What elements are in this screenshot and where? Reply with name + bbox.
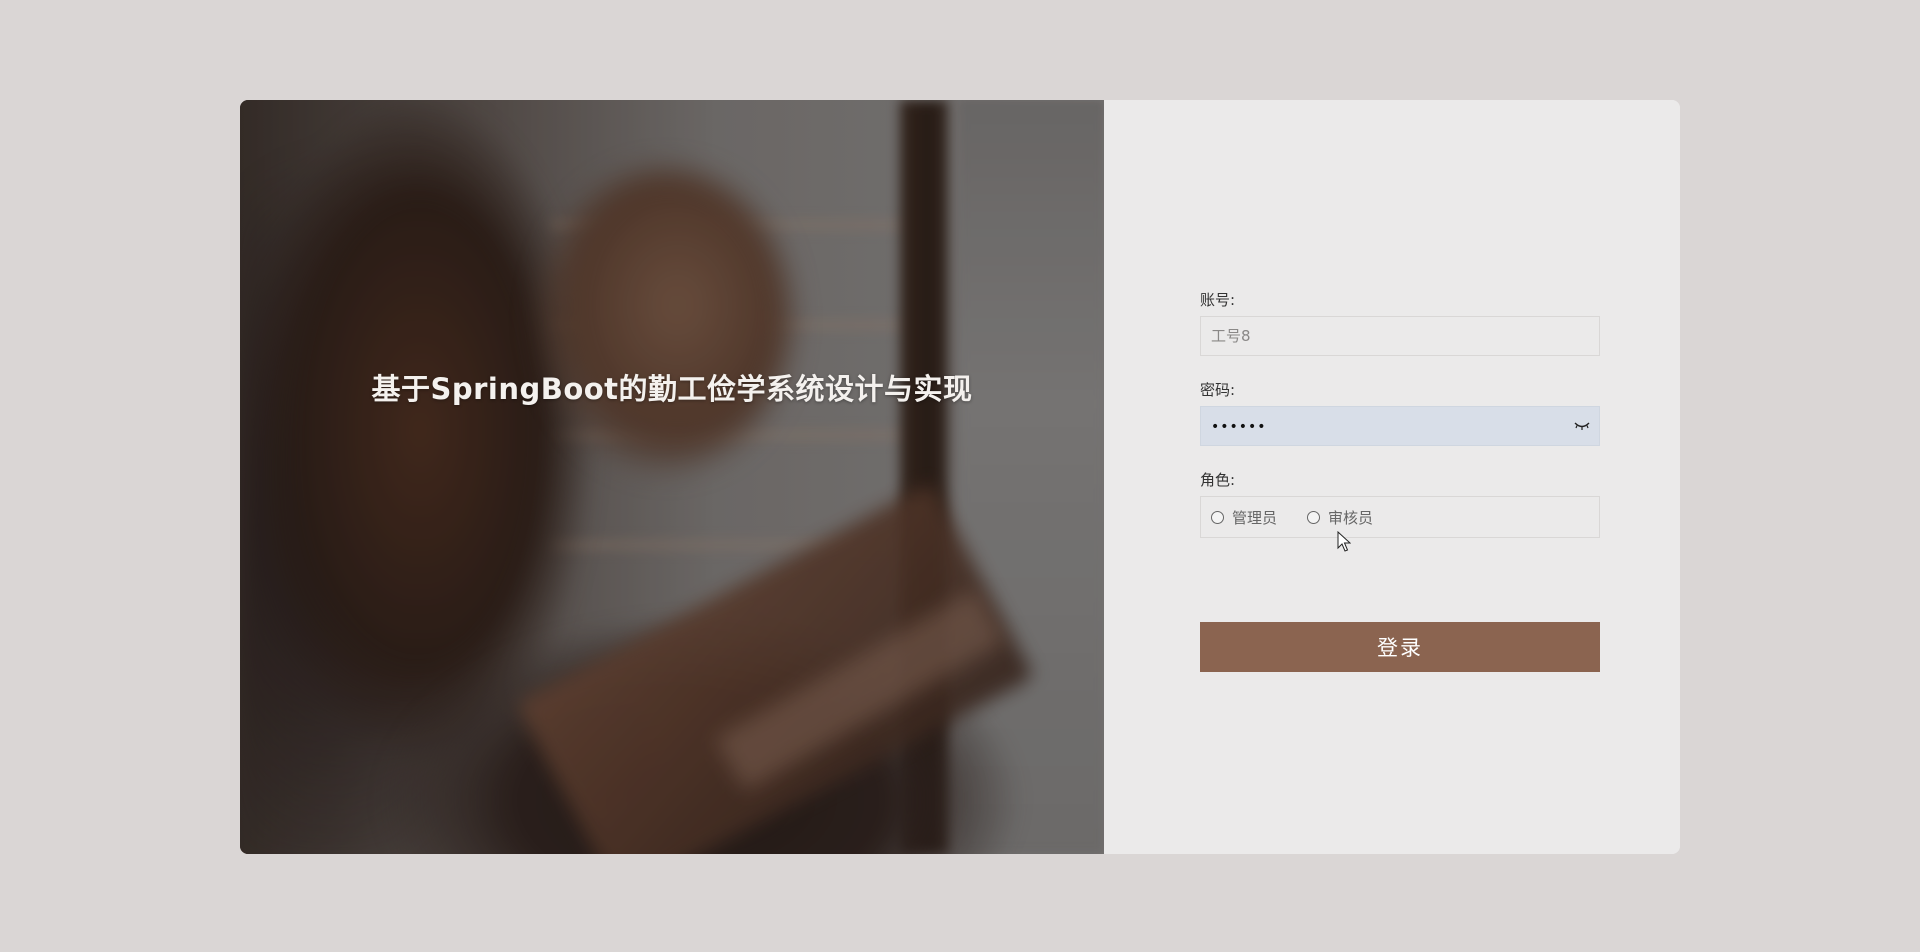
role-option-label: 审核员 [1328, 508, 1374, 527]
role-radio-group: 管理员 审核员 [1200, 496, 1600, 538]
login-button[interactable]: 登录 [1200, 622, 1600, 672]
system-title: 基于SpringBoot的勤工俭学系统设计与实现 [371, 372, 973, 406]
role-option-admin[interactable]: 管理员 [1211, 507, 1277, 528]
account-input[interactable] [1200, 316, 1600, 356]
radio-button[interactable] [1307, 510, 1321, 524]
account-field: 账号: [1200, 290, 1600, 356]
login-form-panel: 账号: 密码: •••••• 角色: [1104, 100, 1680, 854]
hero-panel: 基于SpringBoot的勤工俭学系统设计与实现 [240, 100, 1104, 854]
account-label: 账号: [1200, 291, 1236, 309]
role-option-label: 管理员 [1232, 508, 1278, 527]
role-option-reviewer[interactable]: 审核员 [1307, 507, 1373, 528]
role-label: 角色: [1200, 471, 1236, 489]
role-field: 角色: 管理员 审核员 [1200, 470, 1600, 538]
password-input-wrapper: •••••• [1200, 406, 1600, 446]
eye-closed-icon[interactable] [1574, 419, 1590, 433]
password-input[interactable]: •••••• [1200, 406, 1600, 446]
login-card: 基于SpringBoot的勤工俭学系统设计与实现 账号: 密码: •••••• [240, 100, 1680, 854]
login-form: 账号: 密码: •••••• 角色: [1200, 290, 1600, 672]
password-label: 密码: [1200, 381, 1236, 399]
password-field: 密码: •••••• [1200, 380, 1600, 446]
radio-button[interactable] [1211, 510, 1224, 524]
hero-image-overlay [240, 100, 1104, 854]
